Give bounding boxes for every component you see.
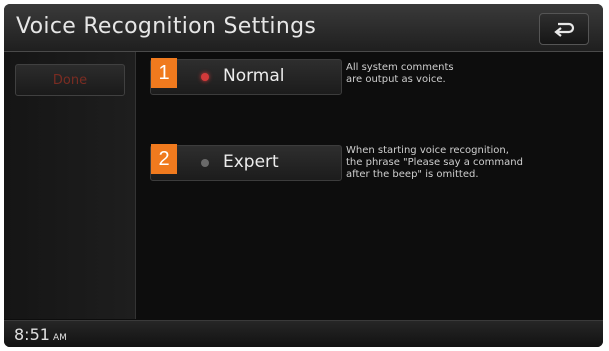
description-line: are output as voice. xyxy=(346,74,446,85)
back-button[interactable] xyxy=(539,13,589,45)
description-line: When starting voice recognition, xyxy=(346,145,509,156)
option-normal-description: All system comments are output as voice. xyxy=(346,62,601,86)
clock-ampm: AM xyxy=(52,333,67,343)
option-label: Expert xyxy=(223,152,279,172)
option-label: Normal xyxy=(223,66,285,86)
title-bar: Voice Recognition Settings xyxy=(4,4,603,52)
done-button[interactable]: Done xyxy=(15,64,125,96)
option-number-badge: 1 xyxy=(151,58,177,88)
radio-selected-icon xyxy=(201,73,209,81)
option-number-badge: 2 xyxy=(151,144,177,174)
clock: 8:51 AM xyxy=(14,325,67,344)
option-expert[interactable]: 2 Expert xyxy=(150,144,342,181)
description-line: All system comments xyxy=(346,62,454,73)
page-title: Voice Recognition Settings xyxy=(16,14,317,39)
option-normal[interactable]: 1 Normal xyxy=(150,58,342,95)
screen: Voice Recognition Settings Done 1 Normal… xyxy=(4,4,603,347)
description-line: after the beep" is omitted. xyxy=(346,169,479,180)
status-bar: 8:51 AM xyxy=(4,320,603,347)
back-arrow-icon xyxy=(554,22,575,37)
radio-unselected-icon xyxy=(201,159,209,167)
description-line: the phrase "Please say a command xyxy=(346,157,523,168)
option-expert-description: When starting voice recognition, the phr… xyxy=(346,145,601,181)
clock-time: 8:51 xyxy=(14,325,50,344)
sidebar: Done xyxy=(4,52,136,319)
